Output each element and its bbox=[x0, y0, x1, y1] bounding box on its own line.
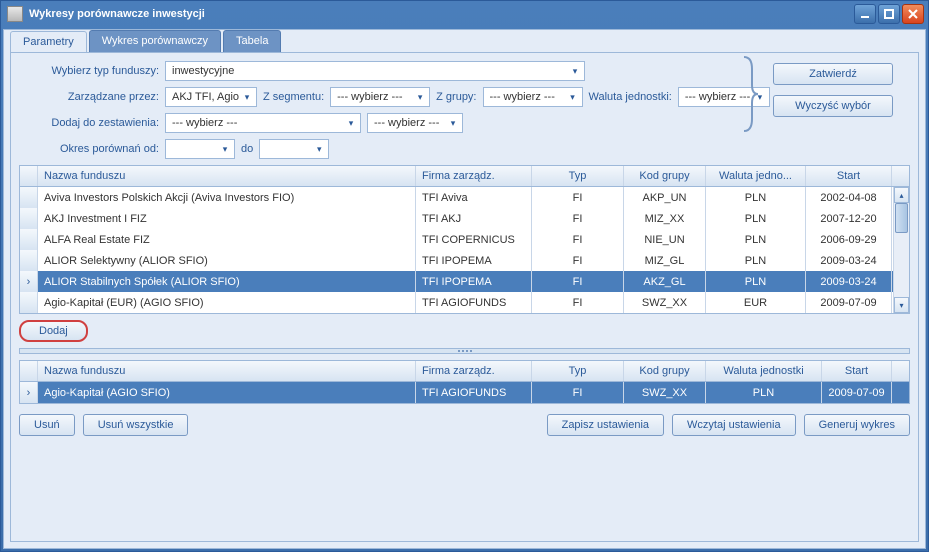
col-waluta[interactable]: Waluta jedno... bbox=[706, 166, 806, 186]
scroll-up-button[interactable]: ▴ bbox=[894, 187, 909, 203]
chevron-down-icon: ▾ bbox=[446, 118, 460, 129]
typ-funduszy-combo[interactable]: inwestycyjne▾ bbox=[165, 61, 585, 81]
app-window: Wykresy porównawcze inwestycji Parametry… bbox=[0, 0, 929, 552]
tab-strip: Parametry Wykres porównawczy Tabela bbox=[4, 30, 925, 52]
bottom-toolbar: Usuń Usuń wszystkie Zapisz ustawienia Wc… bbox=[19, 410, 910, 436]
col-kod[interactable]: Kod grupy bbox=[624, 361, 706, 381]
col-start[interactable]: Start bbox=[822, 361, 892, 381]
col-typ[interactable]: Typ bbox=[532, 166, 624, 186]
zarz-label: Zarządzane przez: bbox=[19, 91, 159, 103]
chevron-down-icon: ▾ bbox=[413, 92, 427, 103]
col-kod[interactable]: Kod grupy bbox=[624, 166, 706, 186]
minimize-button[interactable] bbox=[854, 4, 876, 24]
chevron-down-icon: ▾ bbox=[568, 66, 582, 77]
dodaj2-combo[interactable]: --- wybierz ---▾ bbox=[367, 113, 463, 133]
zarzadzane-combo[interactable]: AKJ TFI, Agio...▾ bbox=[165, 87, 257, 107]
seg-label: Z segmentu: bbox=[263, 91, 324, 103]
dodaj-button[interactable]: Dodaj bbox=[19, 320, 88, 342]
col-firma[interactable]: Firma zarządz. bbox=[416, 361, 532, 381]
col-start[interactable]: Start bbox=[806, 166, 892, 186]
segment-combo[interactable]: --- wybierz ---▾ bbox=[330, 87, 430, 107]
client-area: Parametry Wykres porównawczy Tabela Zatw… bbox=[3, 29, 926, 549]
grupa-combo[interactable]: --- wybierz ---▾ bbox=[483, 87, 583, 107]
maximize-button[interactable] bbox=[878, 4, 900, 24]
grupy-label: Z grupy: bbox=[436, 91, 476, 103]
table-row[interactable]: ›Agio-Kapitał (AGIO SFIO)TFI AGIOFUNDSFI… bbox=[20, 382, 909, 403]
table-row[interactable]: ALIOR Selektywny (ALIOR SFIO)TFI IPOPEMA… bbox=[20, 250, 909, 271]
col-waluta[interactable]: Waluta jednostki bbox=[706, 361, 822, 381]
window-title: Wykresy porównawcze inwestycji bbox=[29, 8, 854, 20]
wczytaj-button[interactable]: Wczytaj ustawienia bbox=[672, 414, 796, 436]
okres-od-combo[interactable]: ▾ bbox=[165, 139, 235, 159]
tab-tabela[interactable]: Tabela bbox=[223, 30, 281, 52]
dodaj1-combo[interactable]: --- wybierz ---▾ bbox=[165, 113, 361, 133]
grid-header: Nazwa funduszu Firma zarządz. Typ Kod gr… bbox=[20, 166, 909, 187]
okres-do-combo[interactable]: ▾ bbox=[259, 139, 329, 159]
chevron-down-icon: ▾ bbox=[312, 144, 326, 155]
zatwierdz-button[interactable]: Zatwierdź bbox=[773, 63, 893, 85]
zapisz-button[interactable]: Zapisz ustawienia bbox=[547, 414, 664, 436]
table-row[interactable]: Aviva Investors Polskich Akcji (Aviva In… bbox=[20, 187, 909, 208]
close-button[interactable] bbox=[902, 4, 924, 24]
brace-decoration bbox=[740, 55, 760, 133]
dodaj-label: Dodaj do zestawienia: bbox=[19, 117, 159, 129]
col-nazwa[interactable]: Nazwa funduszu bbox=[38, 166, 416, 186]
wyczysc-button[interactable]: Wyczyść wybór bbox=[773, 95, 893, 117]
selection-grid: Nazwa funduszu Firma zarządz. Typ Kod gr… bbox=[19, 360, 910, 404]
tab-parametry[interactable]: Parametry bbox=[10, 31, 87, 53]
table-row[interactable]: Agio-Kapitał (EUR) (AGIO SFIO)TFI AGIOFU… bbox=[20, 292, 909, 313]
do-label: do bbox=[241, 143, 253, 155]
funds-grid: Nazwa funduszu Firma zarządz. Typ Kod gr… bbox=[19, 165, 910, 314]
chevron-down-icon: ▾ bbox=[566, 92, 580, 103]
table-row[interactable]: AKJ Investment I FIZTFI AKJFIMIZ_XXPLN20… bbox=[20, 208, 909, 229]
scrollbar[interactable]: ▴ ▾ bbox=[893, 187, 909, 313]
table-row[interactable]: ›ALIOR Stabilnych Spółek (ALIOR SFIO)TFI… bbox=[20, 271, 909, 292]
col-nazwa[interactable]: Nazwa funduszu bbox=[38, 361, 416, 381]
tab-page-parametry: Zatwierdź Wyczyść wybór Wybierz typ fund… bbox=[10, 52, 919, 542]
scroll-down-button[interactable]: ▾ bbox=[894, 297, 909, 313]
col-firma[interactable]: Firma zarządz. bbox=[416, 166, 532, 186]
table-row[interactable]: ALFA Real Estate FIZTFI COPERNICUSFINIE_… bbox=[20, 229, 909, 250]
chevron-down-icon: ▾ bbox=[344, 118, 358, 129]
usun-wszystkie-button[interactable]: Usuń wszystkie bbox=[83, 414, 189, 436]
usun-button[interactable]: Usuń bbox=[19, 414, 75, 436]
okres-label: Okres porównań od: bbox=[19, 143, 159, 155]
tab-wykres[interactable]: Wykres porównawczy bbox=[89, 30, 221, 52]
app-icon bbox=[7, 6, 23, 22]
grid-header: Nazwa funduszu Firma zarządz. Typ Kod gr… bbox=[20, 361, 909, 382]
titlebar: Wykresy porównawcze inwestycji bbox=[1, 1, 928, 27]
chevron-down-icon: ▾ bbox=[240, 92, 254, 103]
splitter[interactable] bbox=[19, 348, 910, 354]
scroll-thumb[interactable] bbox=[895, 203, 908, 233]
generuj-button[interactable]: Generuj wykres bbox=[804, 414, 910, 436]
col-typ[interactable]: Typ bbox=[532, 361, 624, 381]
typ-label: Wybierz typ funduszy: bbox=[19, 65, 159, 77]
chevron-down-icon: ▾ bbox=[218, 144, 232, 155]
waluta-label: Waluta jednostki: bbox=[589, 91, 672, 103]
